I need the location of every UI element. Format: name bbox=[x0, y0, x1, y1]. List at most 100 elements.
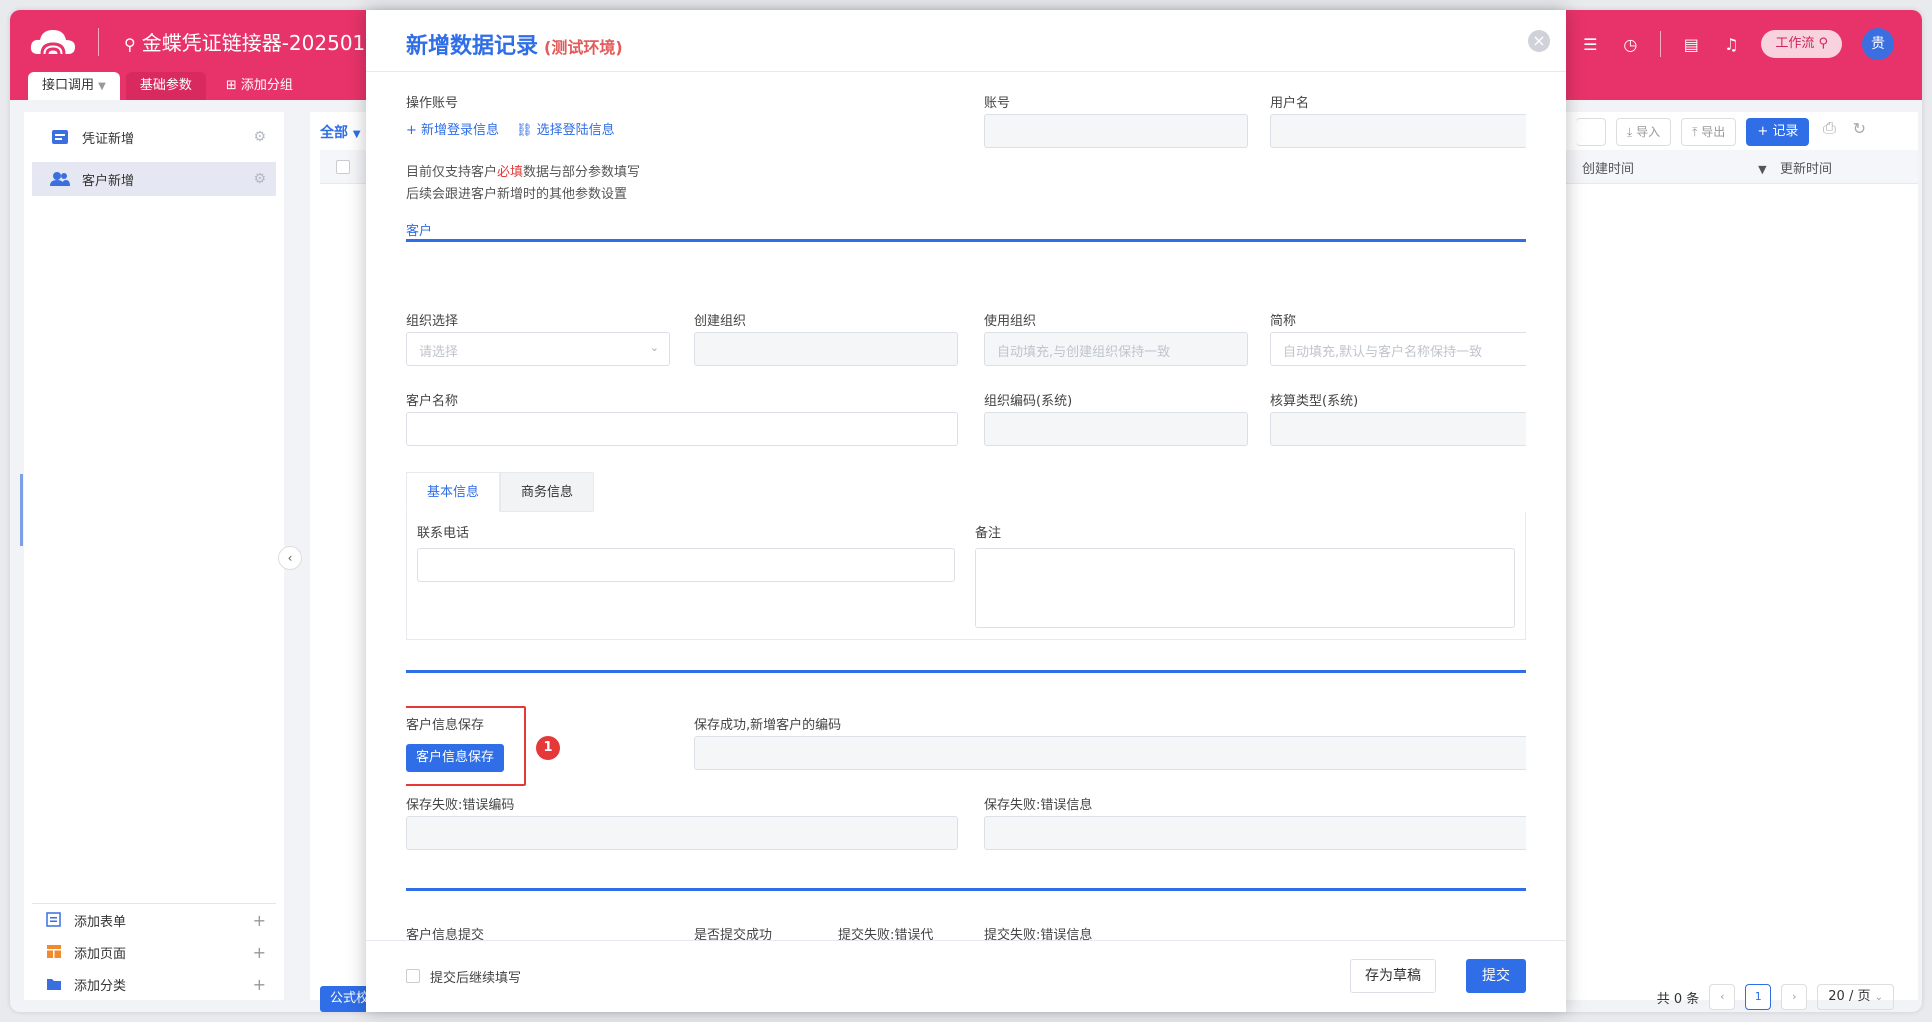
tab-add-group[interactable]: ⊞ 添加分组 bbox=[212, 72, 307, 100]
close-icon[interactable]: × bbox=[1528, 30, 1550, 52]
page-icon bbox=[47, 945, 61, 958]
tab-business-info[interactable]: 商务信息 bbox=[500, 472, 595, 512]
print-icon[interactable]: ⎙ bbox=[1819, 118, 1839, 138]
section-divider bbox=[406, 888, 1526, 891]
org-select-label: 组织选择 bbox=[406, 314, 459, 329]
add-page-item[interactable]: 添加页面 + bbox=[32, 936, 276, 968]
tab-basic-info[interactable]: 基本信息 bbox=[406, 472, 501, 512]
submit-label: 客户信息提交 bbox=[406, 928, 485, 940]
fail-msg-label: 保存失败:错误信息 bbox=[984, 798, 1093, 813]
filter-all-tab[interactable]: 全部 ▼ bbox=[320, 122, 361, 142]
toolbar: ⤓ 导入 ⤒ 导出 + 记录 ⎙ ↻ bbox=[1576, 118, 1869, 146]
info-tabs: 基本信息 商务信息 bbox=[406, 472, 595, 512]
customer-name-label: 客户名称 bbox=[406, 394, 459, 409]
customer-name-field[interactable] bbox=[406, 412, 958, 446]
basic-info-panel: 联系电话 备注 bbox=[406, 512, 1526, 640]
sidebar-add-menu: 添加表单 + 添加页面 + 添加分类 + bbox=[32, 903, 276, 1000]
submit-button[interactable]: 提交 bbox=[1466, 959, 1526, 993]
step-badge: 1 bbox=[536, 736, 560, 760]
org-code-label: 组织编码(系统) bbox=[984, 394, 1073, 409]
select-all-checkbox[interactable] bbox=[336, 160, 350, 174]
sidebar: 凭证新增 ⚙ 客户新增 ⚙ 添加表单 + 添加页面 + 添加分类 + bbox=[24, 112, 284, 1000]
gear-icon[interactable]: ⚙ bbox=[253, 171, 266, 187]
fail-code-field[interactable] bbox=[406, 816, 958, 850]
import-icon: ⤓ bbox=[1627, 125, 1633, 139]
column-updated[interactable]: 更新时间 bbox=[1780, 158, 1832, 177]
continue-label: 提交后继续填写 bbox=[430, 971, 522, 986]
sort-caret-icon: ▼ bbox=[1758, 163, 1767, 176]
sidebar-item-customer[interactable]: 客户新增 ⚙ bbox=[32, 162, 276, 196]
chevron-down-icon: ▼ bbox=[98, 81, 106, 92]
total-count: 共 0 条 bbox=[1656, 991, 1700, 1007]
next-page-button[interactable]: › bbox=[1781, 984, 1808, 1010]
form-icon bbox=[46, 912, 61, 927]
submit-fail-code-label: 提交失败:错误代 bbox=[838, 928, 934, 940]
support-note: 目前仅支持客户必填数据与部分参数填写 bbox=[406, 165, 641, 180]
section-divider bbox=[406, 670, 1526, 673]
page-size-select[interactable]: 20 / 页 ⌄ bbox=[1817, 984, 1894, 1010]
use-org-field[interactable]: 自动填充,与创建组织保持一致 bbox=[984, 332, 1248, 366]
export-button[interactable]: ⤒ 导出 bbox=[1681, 118, 1737, 146]
gear-icon[interactable]: ⚙ bbox=[253, 129, 266, 145]
header-actions: ☰ ◷ ▤ ♫ 工作流 ⚲ 贵 bbox=[1580, 28, 1894, 60]
tab-basic-params[interactable]: 基础参数 bbox=[125, 72, 206, 100]
document-icon[interactable]: ☰ bbox=[1580, 34, 1600, 54]
remark-textarea[interactable] bbox=[975, 548, 1515, 628]
users-icon bbox=[50, 169, 70, 189]
phone-label: 联系电话 bbox=[417, 526, 470, 541]
sidebar-item-voucher[interactable]: 凭证新增 ⚙ bbox=[32, 120, 276, 154]
create-org-field[interactable] bbox=[694, 332, 958, 366]
search-box-edge[interactable] bbox=[1576, 118, 1606, 146]
acct-type-label: 核算类型(系统) bbox=[1270, 394, 1359, 409]
highlight-box bbox=[406, 706, 526, 786]
add-login-link[interactable]: + 新增登录信息 bbox=[406, 119, 499, 138]
continue-checkbox[interactable] bbox=[406, 969, 420, 983]
section-customer bbox=[406, 218, 1526, 242]
use-org-label: 使用组织 bbox=[984, 314, 1037, 329]
remark-label: 备注 bbox=[975, 526, 1002, 541]
plus-icon: + bbox=[252, 910, 266, 930]
column-created[interactable]: 创建时间 ▼ bbox=[1582, 158, 1767, 177]
app-title: ⚲ 金蝶凭证链接器-20250106 bbox=[124, 31, 391, 55]
avatar[interactable]: 贵 bbox=[1862, 28, 1894, 60]
submit-fail-msg-label: 提交失败:错误信息 bbox=[984, 928, 1093, 940]
env-badge: (测试环境) bbox=[544, 38, 623, 57]
workflow-button[interactable]: 工作流 ⚲ bbox=[1761, 30, 1842, 58]
prev-page-button[interactable]: ‹ bbox=[1709, 984, 1736, 1010]
add-record-button[interactable]: + 记录 bbox=[1746, 118, 1810, 146]
plus-icon: + bbox=[252, 942, 266, 962]
account-field[interactable] bbox=[984, 114, 1248, 148]
org-select-dropdown[interactable]: 请选择 ⌄ bbox=[406, 332, 670, 366]
page-number[interactable]: 1 bbox=[1745, 984, 1772, 1010]
pagination: 共 0 条 ‹ 1 › 20 / 页 ⌄ bbox=[1657, 984, 1894, 1010]
bell-icon[interactable]: ♫ bbox=[1721, 34, 1741, 54]
username-field[interactable] bbox=[1270, 114, 1526, 148]
short-name-field[interactable]: 自动填充,默认与客户名称保持一致 bbox=[1270, 332, 1526, 366]
import-button[interactable]: ⤓ 导入 bbox=[1616, 118, 1672, 146]
modal-header: 新增数据记录 (测试环境) × bbox=[366, 10, 1566, 72]
add-category-item[interactable]: 添加分类 + bbox=[32, 968, 276, 1000]
fail-msg-field[interactable] bbox=[984, 816, 1526, 850]
acct-type-field[interactable] bbox=[1270, 412, 1526, 446]
modal-title: 新增数据记录 (测试环境) bbox=[406, 34, 623, 59]
clock-icon[interactable]: ◷ bbox=[1620, 34, 1640, 54]
select-login-link[interactable]: ⛓ 选择登陆信息 bbox=[516, 119, 615, 138]
add-form-item[interactable]: 添加表单 + bbox=[32, 904, 276, 936]
phone-field[interactable] bbox=[417, 548, 955, 582]
cloud-logo-icon bbox=[30, 30, 75, 55]
org-tree-icon: ⚲ bbox=[124, 35, 136, 54]
org-code-field[interactable] bbox=[984, 412, 1248, 446]
plus-square-icon: ⊞ bbox=[225, 78, 237, 93]
save-success-field[interactable] bbox=[694, 736, 1526, 770]
tab-api-call[interactable]: 接口调用 ▼ bbox=[28, 72, 120, 100]
create-org-label: 创建组织 bbox=[694, 314, 747, 329]
chevron-down-icon: ⌄ bbox=[649, 341, 659, 354]
username-label: 用户名 bbox=[1270, 96, 1310, 111]
modal-body: 操作账号 + 新增登录信息 ⛓ 选择登陆信息 账号 用户名 目前仅支持客户必填数… bbox=[406, 72, 1526, 940]
clipboard-icon[interactable]: ▤ bbox=[1681, 34, 1701, 54]
save-draft-button[interactable]: 存为草稿 bbox=[1350, 959, 1436, 993]
refresh-icon[interactable]: ↻ bbox=[1849, 118, 1869, 138]
top-tabs: 接口调用 ▼ 基础参数 ⊞ 添加分组 bbox=[28, 72, 313, 100]
collapse-sidebar-button[interactable]: ‹ bbox=[278, 546, 302, 570]
new-record-modal: 新增数据记录 (测试环境) × 操作账号 + 新增登录信息 ⛓ 选择登陆信息 账号… bbox=[366, 10, 1566, 1012]
